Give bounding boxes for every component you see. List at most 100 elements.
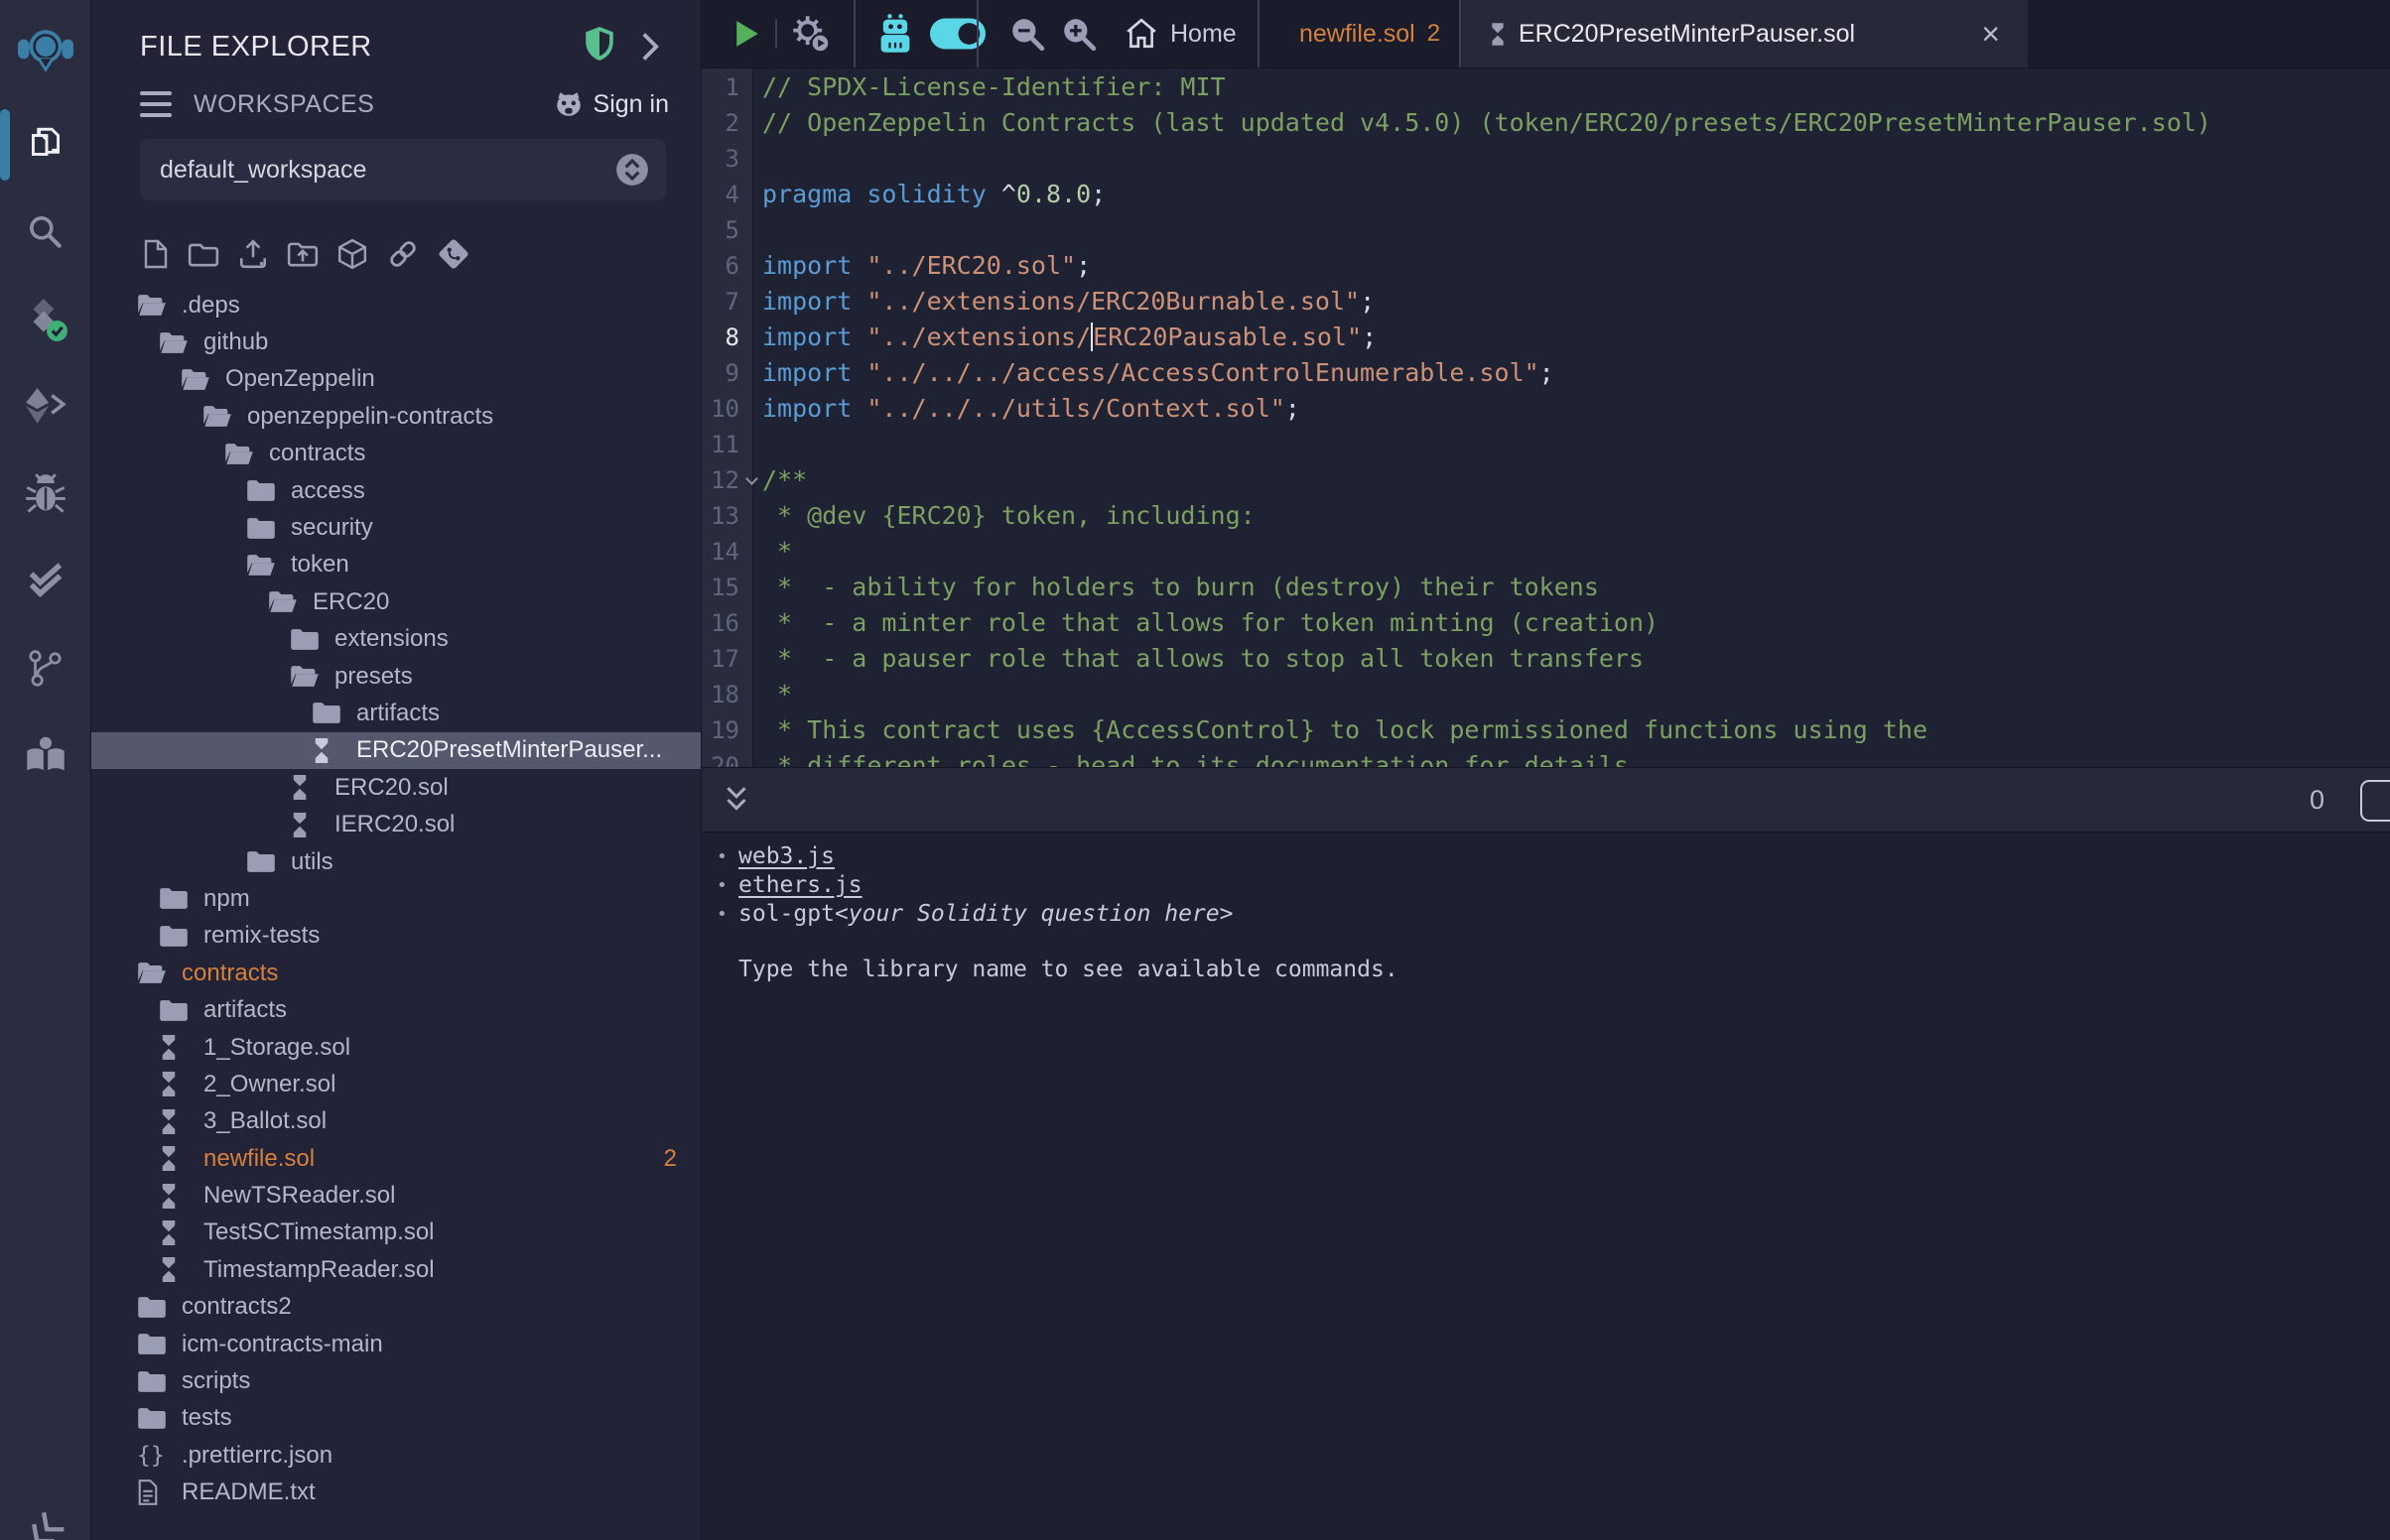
tree-row[interactable]: NewTSReader.sol bbox=[91, 1177, 701, 1214]
editor-topbar: Home newfile.sol 2 ERC20PresetMinterPaus… bbox=[702, 0, 2390, 68]
code-line[interactable]: 6import "../ERC20.sol"; bbox=[702, 248, 2390, 284]
script-config-gear-icon[interactable] bbox=[791, 14, 831, 54]
link-icon[interactable] bbox=[386, 238, 420, 270]
tree-row[interactable]: npm bbox=[91, 880, 701, 917]
tree-row[interactable]: security bbox=[91, 509, 701, 546]
tree-row[interactable]: tests bbox=[91, 1400, 701, 1437]
tree-row[interactable]: presets bbox=[91, 658, 701, 695]
code-line[interactable]: 11 bbox=[702, 427, 2390, 462]
code-line[interactable]: 20 * different roles - head to its docum… bbox=[702, 748, 2390, 767]
collapse-chevrons-icon[interactable] bbox=[24, 1514, 67, 1540]
shield-icon[interactable] bbox=[584, 26, 615, 62]
tree-row[interactable]: 2_Owner.sol bbox=[91, 1066, 701, 1102]
code-line[interactable]: 4pragma solidity ^0.8.0; bbox=[702, 177, 2390, 212]
code-line[interactable]: 19 * This contract uses {AccessControl} … bbox=[702, 712, 2390, 748]
code-line[interactable]: 13 * @dev {ERC20} token, including: bbox=[702, 498, 2390, 534]
terminal-output[interactable]: •web3.js•ethers.js•sol-gpt <your Solidit… bbox=[702, 833, 2390, 1540]
zoom-in-icon[interactable] bbox=[1061, 16, 1097, 52]
tree-row[interactable]: scripts bbox=[91, 1362, 701, 1399]
tab-close-icon[interactable]: × bbox=[1981, 18, 2000, 50]
tree-row[interactable]: extensions bbox=[91, 621, 701, 658]
tree-row[interactable]: ERC20 bbox=[91, 583, 701, 620]
tree-row[interactable]: ERC20.sol bbox=[91, 769, 701, 806]
workspace-select[interactable]: default_workspace bbox=[140, 139, 666, 200]
code-line[interactable]: 14 * bbox=[702, 534, 2390, 570]
upload-file-icon[interactable] bbox=[237, 238, 269, 270]
code-line[interactable]: 3 bbox=[702, 141, 2390, 177]
code-line[interactable]: 18 * bbox=[702, 677, 2390, 712]
terminal-list-item[interactable]: •sol-gpt <your Solidity question here> bbox=[717, 900, 2390, 929]
tree-row[interactable]: contracts bbox=[91, 436, 701, 472]
tree-row[interactable]: artifacts bbox=[91, 991, 701, 1028]
explorer-header: FILE EXPLORER bbox=[91, 0, 701, 64]
tab-home[interactable]: Home bbox=[1125, 18, 1237, 50]
tree-row[interactable]: README.txt bbox=[91, 1475, 701, 1511]
terminal-collapse-icon[interactable] bbox=[724, 785, 749, 815]
sidebar-item-file-explorer[interactable] bbox=[0, 101, 91, 189]
tree-row[interactable]: icm-contracts-main bbox=[91, 1326, 701, 1362]
code-line[interactable]: 16 * - a minter role that allows for tok… bbox=[702, 605, 2390, 641]
git-clone-icon[interactable] bbox=[438, 238, 469, 270]
tree-row[interactable]: IERC20.sol bbox=[91, 806, 701, 842]
tree-label: extensions bbox=[334, 625, 449, 653]
code-line[interactable]: 5 bbox=[702, 212, 2390, 248]
tree-row[interactable]: ERC20PresetMinterPauser... bbox=[91, 732, 701, 769]
code-line[interactable]: 17 * - a pauser role that allows to stop… bbox=[702, 641, 2390, 677]
tree-row[interactable]: contracts2 bbox=[91, 1289, 701, 1326]
code-line[interactable]: 8import "../extensions/ERC20Pausable.sol… bbox=[702, 320, 2390, 355]
sidebar-item-deploy-run[interactable] bbox=[0, 363, 91, 450]
folder-closed-icon bbox=[137, 1333, 167, 1355]
sidebar-item-git[interactable] bbox=[0, 625, 91, 712]
tree-row[interactable]: TestSCTimestamp.sol bbox=[91, 1215, 701, 1251]
sidebar-item-unit-testing[interactable] bbox=[0, 538, 91, 625]
create-file-icon[interactable] bbox=[140, 238, 170, 270]
sign-in-button[interactable]: Sign in bbox=[554, 90, 669, 119]
code-line[interactable]: 9import "../../../access/AccessControlEn… bbox=[702, 355, 2390, 391]
upload-folder-icon[interactable] bbox=[287, 239, 319, 269]
tree-row[interactable]: 3_Ballot.sol bbox=[91, 1103, 701, 1140]
folder-closed-icon bbox=[290, 628, 320, 651]
sidebar-item-learneth[interactable] bbox=[0, 712, 91, 800]
terminal-list-item[interactable]: •web3.js bbox=[717, 842, 2390, 871]
sidebar-item-debugger[interactable] bbox=[0, 450, 91, 538]
create-folder-icon[interactable] bbox=[188, 239, 219, 269]
tree-row[interactable]: remix-tests bbox=[91, 918, 701, 955]
tree-row[interactable]: contracts bbox=[91, 955, 701, 991]
ai-robot-icon[interactable] bbox=[876, 13, 914, 55]
code-editor[interactable]: 1// SPDX-License-Identifier: MIT2// Open… bbox=[702, 68, 2390, 767]
terminal-link[interactable]: ethers.js bbox=[738, 871, 863, 900]
tree-row[interactable]: 1_Storage.sol bbox=[91, 1029, 701, 1066]
tree-row[interactable]: github bbox=[91, 323, 701, 360]
workspaces-menu-icon[interactable] bbox=[140, 91, 172, 117]
tree-row[interactable]: utils bbox=[91, 843, 701, 880]
tree-row[interactable]: token bbox=[91, 547, 701, 583]
folder-open-icon bbox=[290, 665, 320, 688]
sidebar-item-search[interactable] bbox=[0, 189, 91, 276]
remix-logo-icon[interactable] bbox=[0, 0, 91, 101]
tree-row[interactable]: artifacts bbox=[91, 695, 701, 731]
tree-row[interactable]: openzeppelin-contracts bbox=[91, 398, 701, 435]
tab-erc20presetminterpauser-sol[interactable]: ERC20PresetMinterPauser.sol × bbox=[1459, 0, 2028, 67]
tree-row[interactable]: OpenZeppelin bbox=[91, 361, 701, 398]
run-script-button[interactable] bbox=[735, 20, 759, 48]
tree-row[interactable]: .deps bbox=[91, 287, 701, 323]
tree-row[interactable]: {}.prettierrc.json bbox=[91, 1437, 701, 1474]
terminal-list-item[interactable]: •ethers.js bbox=[717, 871, 2390, 900]
terminal-right-button[interactable] bbox=[2360, 780, 2390, 822]
tree-row[interactable]: TimestampReader.sol bbox=[91, 1251, 701, 1288]
code-line[interactable]: 7import "../extensions/ERC20Burnable.sol… bbox=[702, 284, 2390, 320]
tree-row[interactable]: newfile.sol2 bbox=[91, 1140, 701, 1177]
terminal-link[interactable]: web3.js bbox=[738, 842, 835, 871]
tree-row[interactable]: access bbox=[91, 472, 701, 509]
zoom-out-icon[interactable] bbox=[1009, 16, 1045, 52]
sidebar-item-solidity-compiler[interactable] bbox=[0, 276, 91, 363]
code-line[interactable]: 10import "../../../utils/Context.sol"; bbox=[702, 391, 2390, 427]
tab-newfile-sol[interactable]: newfile.sol 2 bbox=[1258, 0, 1459, 67]
code-line[interactable]: 1// SPDX-License-Identifier: MIT bbox=[702, 69, 2390, 105]
ipfs-cube-icon[interactable] bbox=[336, 238, 368, 270]
code-line[interactable]: 2// OpenZeppelin Contracts (last updated… bbox=[702, 105, 2390, 141]
line-number: 11 bbox=[711, 431, 739, 458]
code-line[interactable]: 12/** bbox=[702, 462, 2390, 498]
code-line[interactable]: 15 * - ability for holders to burn (dest… bbox=[702, 570, 2390, 605]
chevron-right-icon[interactable] bbox=[641, 32, 659, 62]
